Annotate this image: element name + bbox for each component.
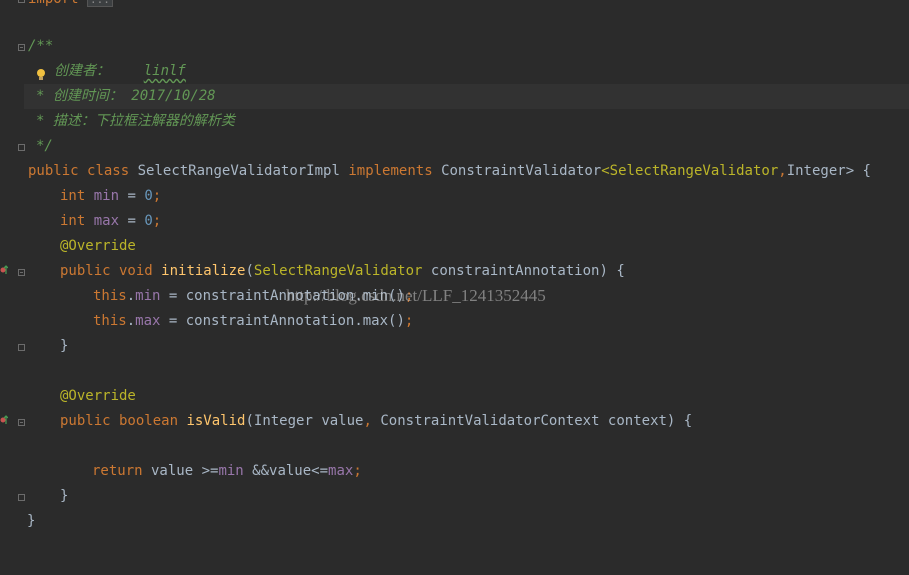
param-type: SelectRangeValidator [253, 263, 423, 279]
close-brace-initialize: } [60, 338, 69, 354]
doc-comment-desc: * 描述：下拉框注解器的解析类 [36, 113, 235, 129]
type-arg-annotation: SelectRangeValidator [609, 163, 779, 179]
method-modifiers: public boolean [60, 413, 179, 429]
param-context: ConstraintValidatorContext context) { [371, 413, 693, 429]
folded-imports[interactable]: ... [87, 0, 113, 7]
keyword-class: class [87, 163, 130, 179]
code-line-assign-max[interactable]: this.max = constraintAnnotation.max(); [93, 309, 413, 334]
code-line-initialize-decl[interactable]: public void initialize(SelectRangeValida… [60, 259, 625, 284]
field-max: max [328, 463, 354, 479]
close-brace-isvalid: } [60, 488, 69, 504]
doc-comment-close: */ [36, 138, 53, 154]
dot: . [126, 313, 136, 329]
keyword-public: public [28, 163, 79, 179]
field-max: max [93, 213, 120, 229]
class-name: SelectRangeValidatorImpl [137, 163, 340, 179]
doc-author-value: linlf [143, 63, 186, 79]
comma: , [363, 413, 372, 429]
generic-open: < [601, 163, 610, 179]
assign-expr: = constraintAnnotation.max() [160, 313, 405, 329]
field-max: max [135, 313, 161, 329]
keyword-int: int [60, 188, 86, 204]
param-name: constraintAnnotation) { [422, 263, 625, 279]
param-value: (Integer value [245, 413, 364, 429]
fold-marker-isvalid[interactable] [18, 419, 25, 426]
field-min: min [218, 463, 244, 479]
method-name-isvalid: isValid [186, 413, 246, 429]
fold-marker-doc-comment[interactable] [18, 44, 25, 51]
number-literal: 0 [144, 213, 153, 229]
number-literal: 0 [144, 188, 153, 204]
code-line-import[interactable]: import ... [28, 0, 113, 12]
doc-comment-open: /** [28, 38, 54, 54]
dot: . [126, 288, 136, 304]
field-min: min [93, 188, 120, 204]
semicolon: ; [404, 313, 414, 329]
code-line-class-decl[interactable]: public class SelectRangeValidatorImpl im… [28, 159, 871, 184]
close-brace-class: } [27, 513, 36, 529]
semicolon: ; [152, 213, 162, 229]
code-line-field-max[interactable]: int max = 0; [60, 209, 161, 234]
expr-part: &&value<= [243, 463, 329, 479]
fold-marker-initialize-end[interactable] [18, 344, 25, 351]
code-line-assign-min[interactable]: this.min = constraintAnnotation.min(); [93, 284, 413, 309]
method-modifiers: public void [60, 263, 153, 279]
lightbulb-icon[interactable] [36, 68, 46, 82]
semicolon: ; [152, 188, 162, 204]
fold-marker-initialize[interactable] [18, 269, 25, 276]
keyword-int: int [60, 213, 86, 229]
annotation-override[interactable]: @Override [60, 234, 136, 259]
type-arg-integer: Integer [786, 163, 846, 179]
keyword-this: this [93, 313, 127, 329]
fold-marker-isvalid-end[interactable] [18, 494, 25, 501]
fold-marker-doc-comment-end[interactable] [18, 144, 25, 151]
doc-author-label: 创建者： [54, 63, 110, 79]
keyword-this: this [93, 288, 127, 304]
interface-name: ConstraintValidator [441, 163, 602, 179]
expr-part: value >= [142, 463, 219, 479]
override-gutter-icon[interactable] [0, 414, 8, 426]
paren-open: ( [245, 263, 254, 279]
keyword-implements: implements [348, 163, 433, 179]
code-line-return[interactable]: return value >=min &&value<=max; [92, 459, 362, 484]
assign-expr: = constraintAnnotation.min() [160, 288, 405, 304]
comma: , [778, 163, 787, 179]
keyword-import: import [28, 0, 79, 7]
code-editor[interactable]: import ... /** 创建者： linlf * 创建时间： 2017/1… [0, 0, 909, 575]
assign: = [119, 213, 145, 229]
field-min: min [135, 288, 161, 304]
override-gutter-icon[interactable] [0, 264, 8, 276]
keyword-return: return [92, 463, 143, 479]
generic-close-brace: > { [845, 163, 871, 179]
fold-marker-import[interactable] [18, 0, 25, 3]
code-line-isvalid-decl[interactable]: public boolean isValid(Integer value, Co… [60, 409, 692, 434]
method-name-initialize: initialize [161, 263, 246, 279]
assign: = [119, 188, 145, 204]
semicolon: ; [353, 463, 362, 479]
semicolon: ; [404, 288, 414, 304]
doc-comment-author: 创建者： linlf [54, 59, 186, 84]
annotation-override[interactable]: @Override [60, 384, 136, 409]
editor-gutter [0, 0, 24, 575]
code-line-field-min[interactable]: int min = 0; [60, 184, 161, 209]
doc-comment-date: * 创建时间： 2017/10/28 [36, 88, 216, 104]
